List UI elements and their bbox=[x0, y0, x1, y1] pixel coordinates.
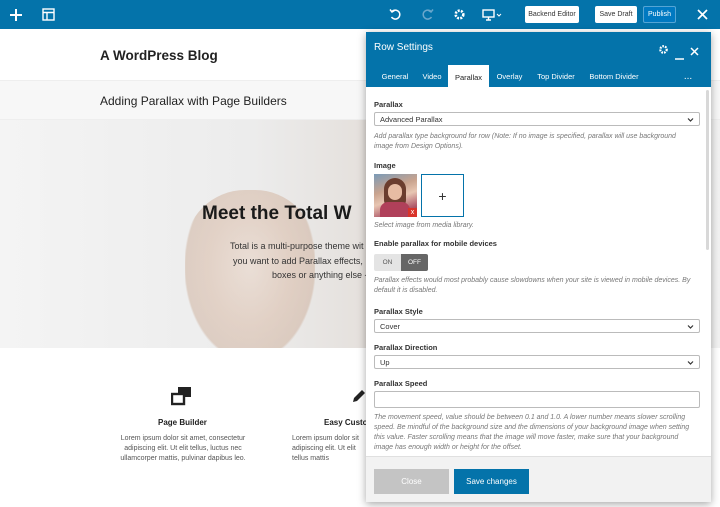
parallax-style-select[interactable]: Cover bbox=[374, 319, 700, 333]
parallax-direction-value: Up bbox=[380, 357, 390, 367]
page-builder-icon bbox=[170, 386, 193, 411]
tab-general[interactable]: General bbox=[377, 65, 413, 87]
mobile-parallax-label: Enable parallax for mobile devices bbox=[374, 239, 497, 248]
responsive-preview-icon[interactable] bbox=[481, 0, 503, 29]
add-element-icon[interactable] bbox=[6, 0, 26, 29]
backend-editor-button[interactable]: Backend Editor bbox=[525, 6, 579, 23]
chevron-down-icon bbox=[687, 323, 694, 332]
tab-overlay[interactable]: Overlay bbox=[493, 65, 526, 87]
tab-top-divider[interactable]: Top Divider bbox=[533, 65, 579, 87]
close-editor-icon[interactable] bbox=[693, 0, 711, 29]
tab-parallax[interactable]: Parallax bbox=[448, 65, 489, 87]
panel-scrollbar[interactable] bbox=[706, 90, 709, 250]
feature-title: Easy Custor bbox=[324, 418, 371, 427]
feature-text: Lorem ipsum dolor sit adipiscing elit. U… bbox=[292, 435, 359, 462]
parallax-style-value: Cover bbox=[380, 321, 401, 331]
layout-templates-icon[interactable] bbox=[38, 0, 58, 29]
blog-title[interactable]: A WordPress Blog bbox=[100, 48, 218, 63]
chevron-down-icon bbox=[687, 116, 694, 125]
tabs-more-menu[interactable]: ... bbox=[680, 65, 696, 87]
remove-image-icon[interactable]: x bbox=[408, 208, 417, 217]
panel-title: Row Settings bbox=[374, 42, 433, 53]
panel-header[interactable]: Row Settings General Video Parallax Over… bbox=[366, 32, 711, 87]
feature-text: Lorem ipsum dolor sit amet, consectetur … bbox=[120, 435, 246, 462]
panel-settings-gear-icon[interactable] bbox=[658, 42, 669, 60]
chevron-down-icon bbox=[687, 359, 694, 368]
undo-icon[interactable] bbox=[386, 0, 404, 29]
toggle-on-option[interactable]: ON bbox=[374, 254, 401, 271]
parallax-select-value: Advanced Parallax bbox=[380, 114, 443, 124]
hero-text-line: boxes or anything else - bbox=[272, 270, 368, 280]
settings-gear-icon[interactable] bbox=[450, 0, 468, 29]
publish-button[interactable]: Publish bbox=[643, 6, 676, 23]
tab-video[interactable]: Video bbox=[418, 65, 446, 87]
redo-icon[interactable] bbox=[418, 0, 436, 29]
selected-image-thumbnail[interactable]: x bbox=[374, 174, 417, 217]
post-title: Adding Parallax with Page Builders bbox=[100, 94, 287, 108]
panel-body: Parallax Advanced Parallax Add parallax … bbox=[366, 87, 711, 456]
parallax-speed-input[interactable] bbox=[374, 391, 700, 408]
row-settings-panel: Row Settings General Video Parallax Over… bbox=[366, 32, 711, 502]
hero-text-line: Total is a multi-purpose theme wit bbox=[230, 241, 364, 251]
tab-bottom-divider[interactable]: Bottom Divider bbox=[586, 65, 642, 87]
image-label: Image bbox=[374, 161, 396, 170]
parallax-label: Parallax bbox=[374, 100, 403, 109]
parallax-help-text: Add parallax type background for row (No… bbox=[374, 133, 676, 150]
parallax-speed-label: Parallax Speed bbox=[374, 379, 428, 388]
mobile-help-text: Parallax effects would most probably cau… bbox=[374, 277, 691, 294]
top-toolbar: Backend Editor Save Draft Publish bbox=[0, 0, 720, 29]
add-image-button[interactable]: + bbox=[421, 174, 464, 217]
save-draft-button[interactable]: Save Draft bbox=[595, 6, 637, 23]
parallax-style-label: Parallax Style bbox=[374, 307, 423, 316]
parallax-select[interactable]: Advanced Parallax bbox=[374, 112, 700, 126]
panel-footer: Close Save changes bbox=[366, 456, 711, 502]
mobile-parallax-toggle[interactable]: ON OFF bbox=[374, 254, 428, 271]
parallax-direction-label: Parallax Direction bbox=[374, 343, 438, 352]
image-help-text: Select image from media library. bbox=[374, 222, 474, 229]
toggle-off-option[interactable]: OFF bbox=[401, 254, 428, 271]
hero-text-line: you want to add Parallax effects, bbox=[233, 256, 363, 266]
close-button[interactable]: Close bbox=[374, 469, 449, 494]
speed-help-text: The movement speed, value should be betw… bbox=[374, 414, 690, 451]
parallax-direction-select[interactable]: Up bbox=[374, 355, 700, 369]
hero-heading: Meet the Total W bbox=[202, 203, 352, 224]
panel-close-icon[interactable] bbox=[690, 43, 699, 61]
pencil-icon bbox=[350, 387, 366, 410]
feature-title: Page Builder bbox=[158, 418, 207, 427]
minimize-icon[interactable] bbox=[675, 48, 684, 66]
save-changes-button[interactable]: Save changes bbox=[454, 469, 529, 494]
